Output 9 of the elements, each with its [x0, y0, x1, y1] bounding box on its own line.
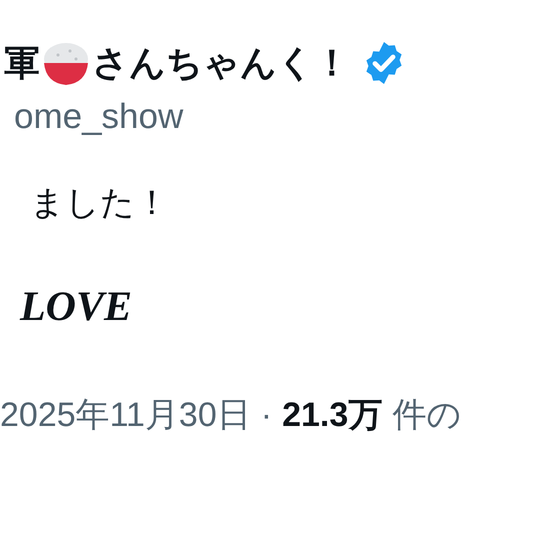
post-date[interactable]: 2025年11月30日	[0, 398, 251, 432]
separator-dot: ·	[260, 398, 272, 432]
post-text: ました！	[30, 184, 169, 222]
user-handle[interactable]: ome_show	[14, 98, 184, 134]
views-label: 件の	[392, 398, 462, 432]
display-name: 軍	[4, 45, 40, 81]
display-name: さんちゃんく！	[92, 45, 350, 81]
hashtag-text[interactable]: LOVE	[20, 284, 132, 330]
view-count: 21.3万	[282, 398, 382, 432]
